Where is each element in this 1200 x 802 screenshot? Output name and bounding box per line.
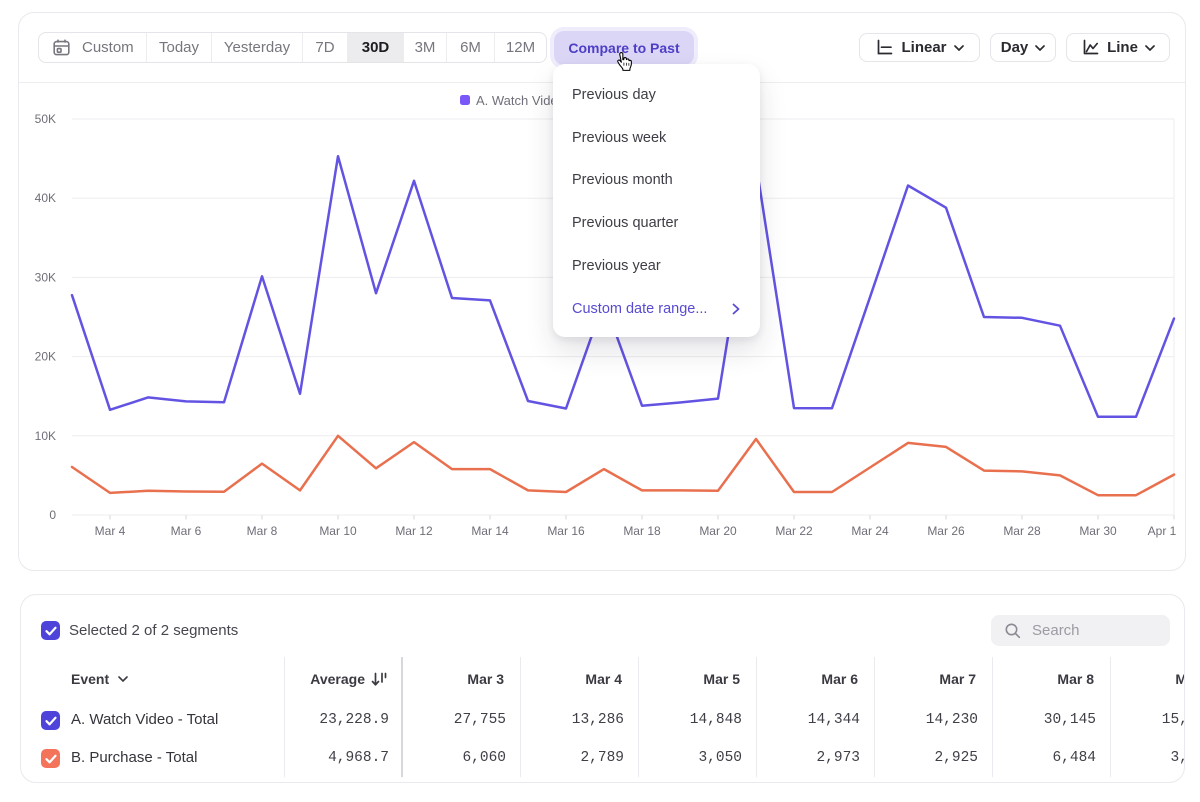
svg-text:Mar 8: Mar 8 xyxy=(247,524,278,538)
svg-text:Mar 6: Mar 6 xyxy=(171,524,202,538)
svg-text:Mar 30: Mar 30 xyxy=(1079,524,1117,538)
svg-text:40K: 40K xyxy=(35,191,56,205)
svg-text:Mar 10: Mar 10 xyxy=(319,524,357,538)
svg-text:Mar 16: Mar 16 xyxy=(547,524,585,538)
svg-text:Mar 12: Mar 12 xyxy=(395,524,433,538)
svg-text:Mar 20: Mar 20 xyxy=(699,524,737,538)
svg-text:Mar 22: Mar 22 xyxy=(775,524,813,538)
svg-text:Mar 18: Mar 18 xyxy=(623,524,661,538)
svg-text:Mar 14: Mar 14 xyxy=(471,524,509,538)
svg-text:Mar 26: Mar 26 xyxy=(927,524,965,538)
svg-text:Mar 24: Mar 24 xyxy=(851,524,889,538)
svg-text:Mar 28: Mar 28 xyxy=(1003,524,1041,538)
svg-text:Apr 1: Apr 1 xyxy=(1148,524,1177,538)
svg-text:20K: 20K xyxy=(35,350,56,364)
svg-text:50K: 50K xyxy=(35,112,56,126)
svg-text:10K: 10K xyxy=(35,429,56,443)
svg-text:0: 0 xyxy=(49,508,56,522)
svg-text:30K: 30K xyxy=(35,270,56,284)
svg-text:Mar 4: Mar 4 xyxy=(95,524,126,538)
